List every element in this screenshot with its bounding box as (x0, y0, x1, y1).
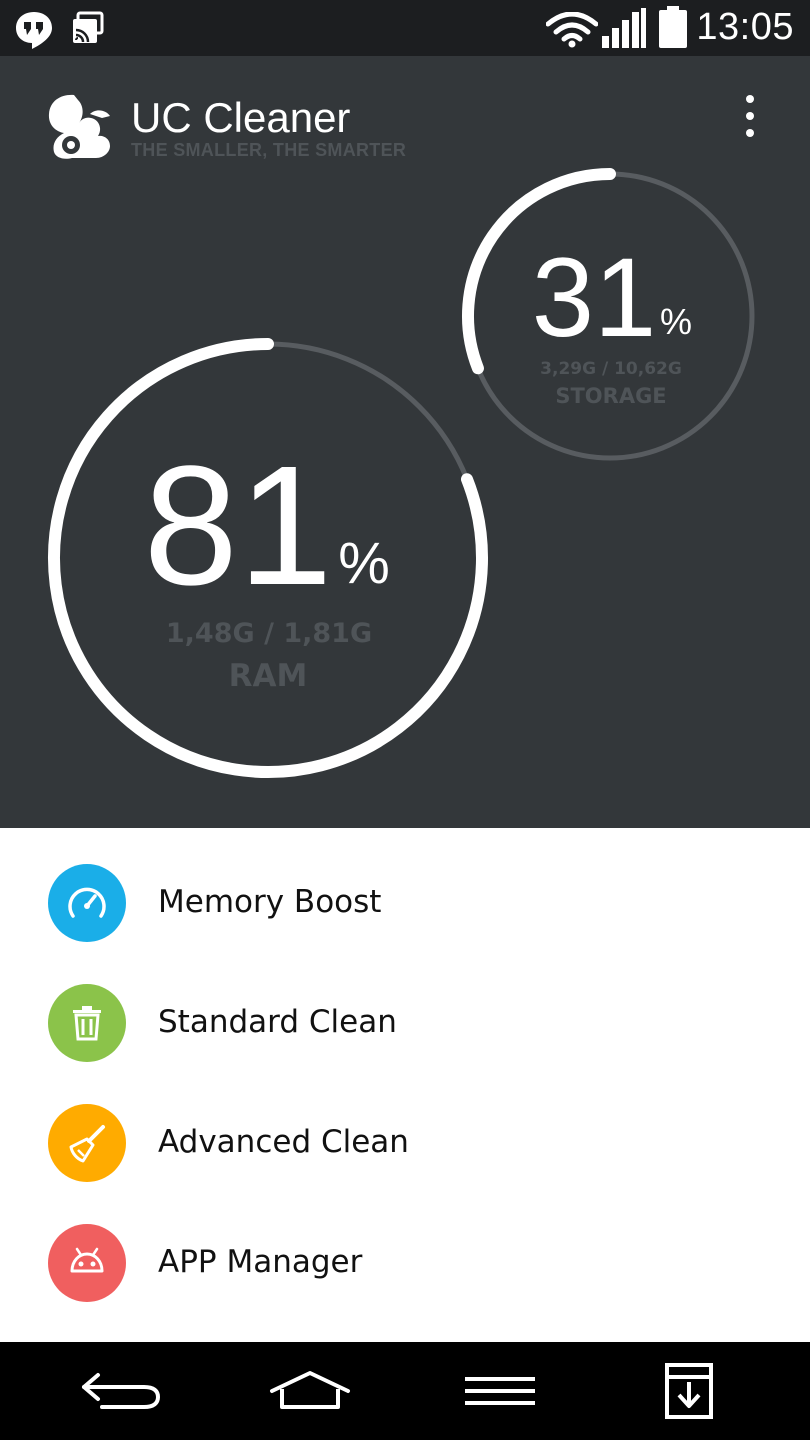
list-item-label: Advanced Clean (158, 1124, 409, 1160)
ram-usage: 1,48G / 1,81G (166, 618, 372, 649)
ram-percent: 81 (143, 431, 332, 621)
storage-label: STORAGE (555, 384, 666, 408)
signal-icon (602, 8, 646, 48)
usage-gauges: 31 % 3,29G / 10,62G STORAGE 81 % 1,48G /… (48, 168, 755, 778)
list-item-memory-boost[interactable]: Memory Boost (0, 828, 810, 948)
android-icon (70, 1247, 104, 1273)
download-icon (665, 1363, 713, 1419)
storage-percent: 31 (532, 235, 657, 360)
dashboard-header: UC Cleaner THE SMALLER, THE SMARTER 31 %… (0, 56, 810, 828)
list-item-label: Memory Boost (158, 884, 382, 920)
list-item-label: APP Manager (158, 1244, 363, 1280)
download-button[interactable] (656, 1356, 722, 1426)
home-icon (270, 1371, 350, 1409)
hangouts-icon (16, 12, 52, 49)
broom-icon (69, 1125, 105, 1163)
speedometer-icon (68, 887, 106, 918)
trash-icon (73, 1006, 101, 1041)
battery-icon (659, 6, 687, 48)
list-item-standard-clean[interactable]: Standard Clean (0, 948, 810, 1068)
menu-icon (465, 1377, 535, 1405)
list-item-advanced-clean[interactable]: Advanced Clean (0, 1068, 810, 1188)
storage-gauge[interactable]: 31 % 3,29G / 10,62G STORAGE (462, 168, 755, 461)
ram-gauge[interactable]: 81 % 1,48G / 1,81G RAM (48, 338, 488, 778)
wifi-icon (546, 12, 598, 48)
recent-apps-button[interactable] (458, 1356, 542, 1426)
back-icon (82, 1373, 161, 1409)
storage-usage: 3,29G / 10,62G (540, 359, 682, 379)
ram-label: RAM (229, 658, 308, 694)
navigation-bar (0, 1342, 810, 1440)
memory-boost-badge (48, 864, 126, 942)
storage-percent-sign: % (660, 301, 692, 342)
status-bar: 13:05 (0, 0, 810, 56)
back-button[interactable] (70, 1356, 170, 1426)
standard-clean-badge (48, 984, 126, 1062)
cast-icon (73, 11, 104, 43)
app-manager-badge (48, 1224, 126, 1302)
feature-list: Memory Boost Standard Clean Advanced Cle… (0, 828, 810, 1342)
advanced-clean-badge (48, 1104, 126, 1182)
list-item-label: Standard Clean (158, 1004, 397, 1040)
list-item-app-manager[interactable]: APP Manager (0, 1188, 810, 1308)
status-time: 13:05 (696, 6, 794, 48)
ram-percent-sign: % (338, 531, 390, 596)
home-button[interactable] (262, 1356, 358, 1426)
